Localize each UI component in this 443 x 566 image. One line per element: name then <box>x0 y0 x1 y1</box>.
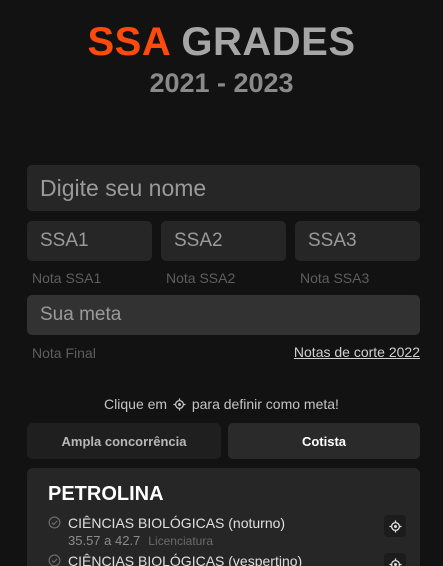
tab-cotista[interactable]: Cotista <box>228 423 420 459</box>
course-grade-range: 35.57 a 42.7 <box>68 533 141 548</box>
years-subtitle: 2021 - 2023 <box>149 68 294 98</box>
title-grades: GRADES <box>181 20 356 64</box>
tab-ampla-concorrencia[interactable]: Ampla concorrência <box>27 423 221 459</box>
ssa2-input[interactable] <box>161 221 286 261</box>
course-range: 35.57 a 42.7 Licenciatura <box>68 533 213 548</box>
final-grade-label: Nota Final <box>32 345 96 361</box>
check-circle-icon <box>48 516 61 534</box>
course-degree: Licenciatura <box>148 534 214 548</box>
cutoff-grades-link[interactable]: Notas de corte 2022 <box>294 344 420 360</box>
hint-before: Clique em <box>104 396 168 412</box>
course-name: CIÊNCIAS BIOLÓGICAS (vespertino) <box>68 553 303 566</box>
ssa3-input[interactable] <box>295 221 420 261</box>
course-item: CIÊNCIAS BIOLÓGICAS (noturno) 35.57 a 42… <box>48 515 408 549</box>
title-ssa: SSA <box>87 20 170 64</box>
set-goal-button[interactable] <box>384 553 406 566</box>
target-icon <box>388 557 402 566</box>
check-circle-icon <box>48 554 61 566</box>
ssa1-label: Nota SSA1 <box>32 270 102 286</box>
set-goal-button[interactable] <box>384 515 406 537</box>
course-name: CIÊNCIAS BIOLÓGICAS (noturno) <box>68 515 286 531</box>
results-card: PETROLINA CIÊNCIAS BIOLÓGICAS (noturno) … <box>27 468 420 566</box>
meta-input[interactable] <box>27 295 420 335</box>
name-input[interactable] <box>27 165 420 211</box>
ssa3-label: Nota SSA3 <box>300 270 370 286</box>
hint-text: Clique em para definir como meta! <box>0 396 443 414</box>
ssa1-input[interactable] <box>27 221 152 261</box>
city-heading: PETROLINA <box>48 483 164 505</box>
course-item: CIÊNCIAS BIOLÓGICAS (vespertino) <box>48 553 408 566</box>
ssa2-label: Nota SSA2 <box>166 270 236 286</box>
target-icon <box>388 519 402 533</box>
hint-after: para definir como meta! <box>191 396 339 412</box>
target-icon <box>173 398 186 414</box>
app-title: SSA GRADES <box>0 20 443 65</box>
